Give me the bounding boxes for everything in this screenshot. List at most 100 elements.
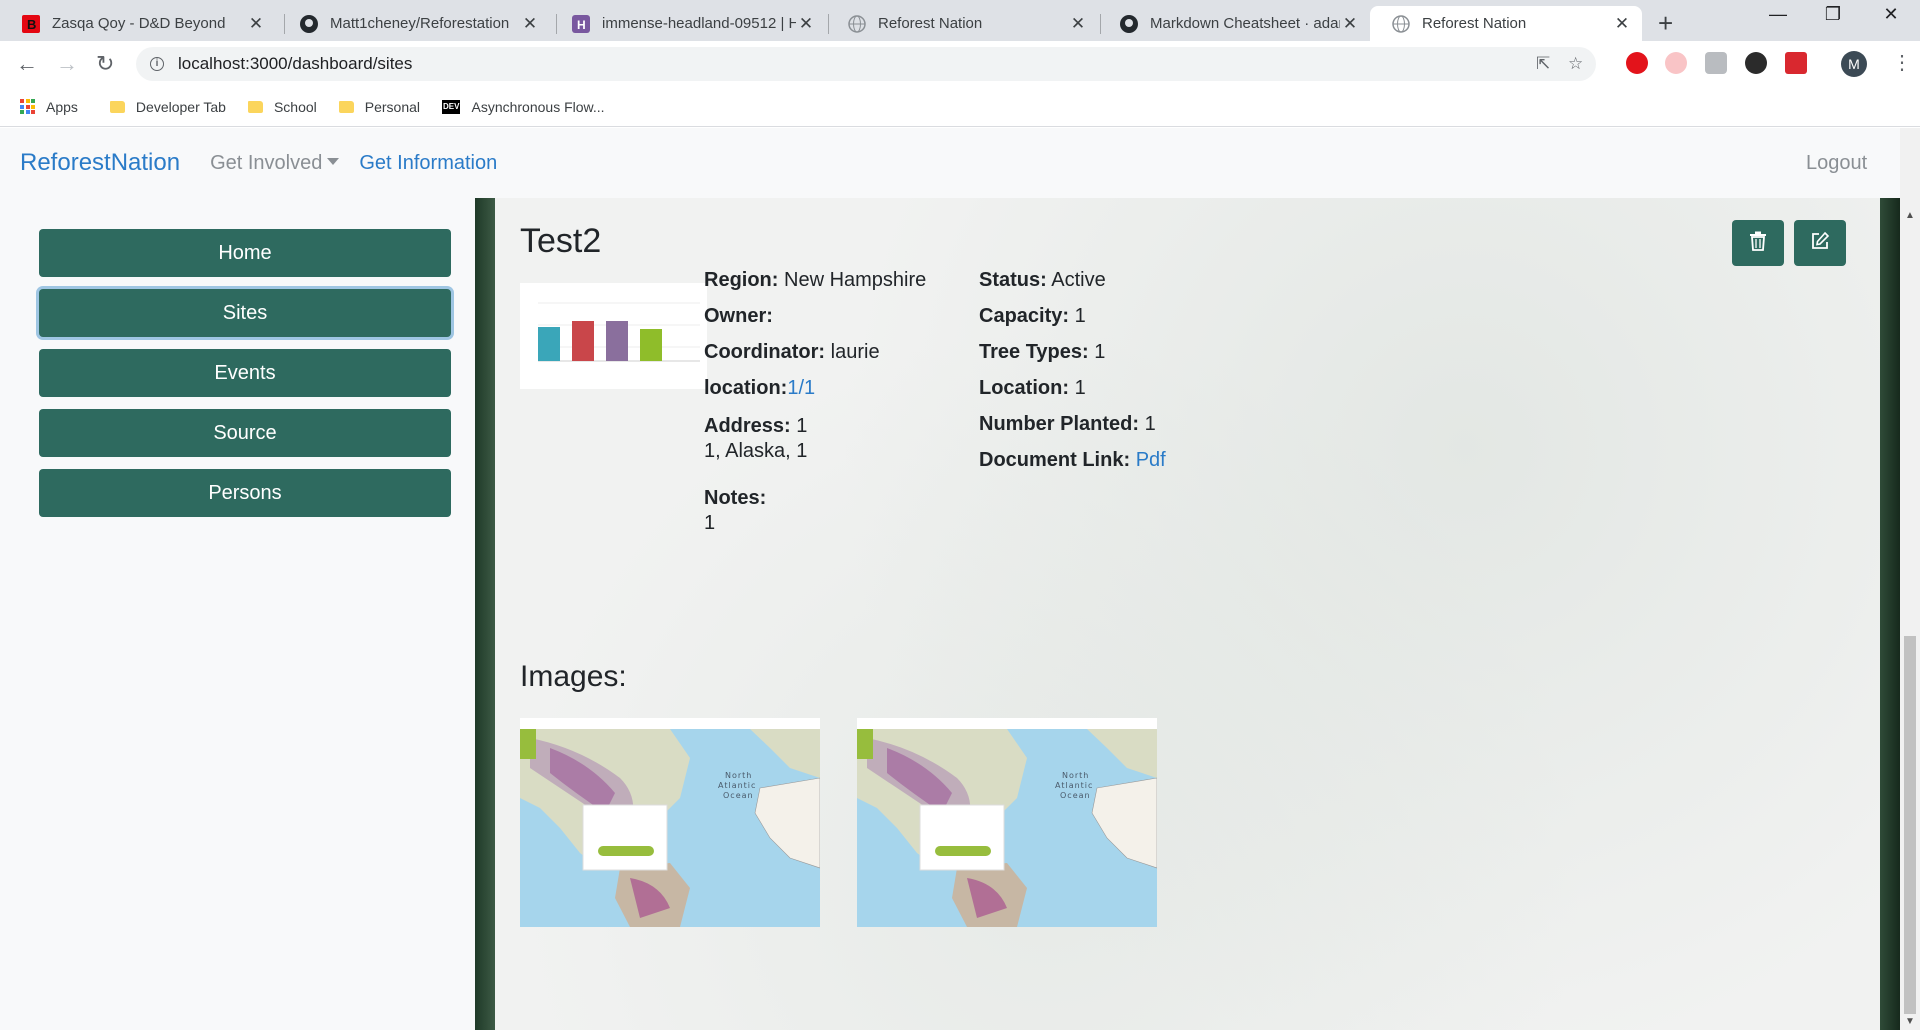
camera-extension-icon[interactable]: [1705, 52, 1727, 74]
app-navbar: ReforestNation Get Involved Get Informat…: [0, 128, 1920, 198]
close-window-icon[interactable]: ✕: [1868, 4, 1914, 25]
background-forest-edge: [475, 198, 495, 1030]
scroll-up-icon[interactable]: ▲: [1905, 210, 1915, 221]
coordinator-field: Coordinator: laurie: [704, 340, 880, 364]
minimize-icon[interactable]: —: [1755, 4, 1801, 25]
sidebar: Home Sites Events Source Persons: [0, 198, 475, 1030]
thumbnail-bar: [606, 321, 628, 361]
extension-icon[interactable]: [1785, 52, 1807, 74]
browser-tab-strip: B Zasqa Qoy - D&D Beyond ✕ Matt1cheney/R…: [0, 0, 1920, 41]
sidebar-item-events[interactable]: Events: [39, 349, 451, 397]
tab-title: Reforest Nation: [1422, 15, 1527, 32]
location-link-field: location:1/1: [704, 376, 815, 400]
sidebar-item-persons[interactable]: Persons: [39, 469, 451, 517]
delete-button[interactable]: [1732, 220, 1784, 266]
sidebar-item-sites[interactable]: Sites: [39, 289, 451, 337]
site-image-map[interactable]: North Atlantic Ocean: [857, 718, 1157, 927]
open-in-new-icon[interactable]: ⇱: [1536, 54, 1550, 74]
svg-text:Atlantic: Atlantic: [718, 781, 756, 790]
folder-icon: [338, 100, 354, 113]
browser-tab-reforest-nation-active[interactable]: Reforest Nation ✕: [1370, 6, 1642, 41]
tree-types-label: Tree Types:: [979, 341, 1089, 363]
address-bar[interactable]: i localhost:3000/dashboard/sites ⇱ ☆: [136, 47, 1596, 81]
close-tab-icon[interactable]: ✕: [1340, 14, 1360, 34]
site-info-icon[interactable]: i: [150, 57, 164, 71]
scrollbar-thumb[interactable]: [1904, 636, 1916, 1014]
status-value: Active: [1051, 269, 1106, 291]
location-link[interactable]: 1/1: [787, 377, 815, 399]
svg-text:Atlantic: Atlantic: [1055, 781, 1093, 790]
tree-types-value: 1: [1094, 341, 1106, 363]
browser-tab-heroku[interactable]: H immense-headland-09512 | H ✕: [550, 6, 826, 41]
close-tab-icon[interactable]: ✕: [1068, 14, 1088, 34]
browser-tab-dnd[interactable]: B Zasqa Qoy - D&D Beyond ✕: [0, 6, 276, 41]
brand-link[interactable]: ReforestNation: [20, 149, 180, 177]
svg-text:H: H: [577, 18, 586, 32]
folder-icon: [109, 100, 125, 113]
bookmark-asynchronous-flow[interactable]: DEV Asynchronous Flow...: [442, 99, 605, 115]
close-tab-icon[interactable]: ✕: [520, 14, 540, 34]
site-image-map[interactable]: North Atlantic Ocean: [520, 718, 820, 927]
page-scrollbar[interactable]: ▲ ▼: [1900, 128, 1920, 1030]
logout-link[interactable]: Logout: [1806, 152, 1867, 175]
sidebar-item-home[interactable]: Home: [39, 229, 451, 277]
extension-icon[interactable]: [1745, 52, 1767, 74]
forward-icon[interactable]: →: [56, 51, 78, 77]
extension-icon[interactable]: [1665, 52, 1687, 74]
get-involved-label: Get Involved: [210, 151, 323, 174]
globe-icon: [1392, 14, 1410, 33]
forest-map-image: North Atlantic Ocean: [520, 718, 820, 927]
heroku-icon: H: [572, 14, 590, 33]
region-label: Region:: [704, 269, 779, 291]
images-heading: Images:: [520, 660, 627, 693]
region-field: Region: New Hampshire: [704, 268, 926, 292]
bookmark-apps[interactable]: Apps: [20, 99, 78, 115]
edit-button[interactable]: [1794, 220, 1846, 266]
restore-icon[interactable]: ❐: [1810, 4, 1856, 25]
document-link-label: Document Link:: [979, 449, 1131, 471]
svg-text:Ocean: Ocean: [1060, 791, 1091, 800]
capacity-value: 1: [1074, 305, 1086, 327]
address-label: Address:: [704, 415, 791, 437]
sidebar-item-source[interactable]: Source: [39, 409, 451, 457]
tree-types-field: Tree Types: 1: [979, 340, 1105, 364]
adblock-extension-icon[interactable]: [1626, 52, 1648, 74]
bookmark-school[interactable]: School: [247, 98, 317, 115]
reload-icon[interactable]: ↻: [96, 51, 114, 77]
close-tab-icon[interactable]: ✕: [1612, 14, 1632, 34]
bookmark-personal[interactable]: Personal: [338, 99, 420, 115]
get-involved-dropdown[interactable]: Get Involved: [210, 151, 340, 175]
close-tab-icon[interactable]: ✕: [246, 14, 266, 34]
browser-tab-reforest-nation[interactable]: Reforest Nation ✕: [826, 6, 1098, 41]
close-tab-icon[interactable]: ✕: [796, 14, 816, 34]
location-field: Location: 1: [979, 376, 1086, 400]
more-menu-icon[interactable]: ⋮: [1892, 50, 1912, 75]
bookmark-label: School: [273, 98, 317, 115]
back-icon[interactable]: ←: [16, 51, 38, 77]
browser-tab-markdown-cheatsheet[interactable]: Markdown Cheatsheet · adam ✕: [1098, 6, 1370, 41]
tab-title: Zasqa Qoy - D&D Beyond: [52, 15, 226, 32]
coordinator-value: laurie: [830, 341, 880, 363]
browser-toolbar: ← → ↻ i localhost:3000/dashboard/sites ⇱…: [0, 41, 1920, 87]
url-text[interactable]: localhost:3000/dashboard/sites: [178, 54, 412, 74]
get-information-link[interactable]: Get Information: [359, 152, 497, 175]
owner-label: Owner:: [704, 305, 773, 327]
site-detail-card: Test2 Region: New Hampshire Owner: Coord…: [495, 198, 1880, 1030]
bookmark-label: Apps: [46, 98, 78, 115]
bookmark-star-icon[interactable]: ☆: [1568, 54, 1583, 74]
svg-text:North: North: [725, 771, 752, 780]
location-value: 1: [1074, 377, 1086, 399]
main-content: Test2 Region: New Hampshire Owner: Coord…: [475, 198, 1900, 1030]
notes-label: Notes:: [704, 486, 766, 510]
document-pdf-link[interactable]: Pdf: [1136, 449, 1166, 471]
svg-text:Ocean: Ocean: [723, 791, 754, 800]
bookmark-developer-tab[interactable]: Developer Tab: [109, 99, 226, 115]
browser-tab-github-reforestation[interactable]: Matt1cheney/Reforestation ✕: [278, 6, 550, 41]
coordinator-label: Coordinator:: [704, 341, 826, 363]
number-planted-field: Number Planted: 1: [979, 412, 1156, 436]
tab-title: Markdown Cheatsheet · adam: [1150, 15, 1340, 32]
profile-avatar[interactable]: M: [1841, 51, 1867, 77]
scroll-down-icon[interactable]: ▼: [1905, 1016, 1915, 1027]
status-field: Status: Active: [979, 268, 1106, 292]
new-tab-icon[interactable]: +: [1658, 8, 1673, 39]
